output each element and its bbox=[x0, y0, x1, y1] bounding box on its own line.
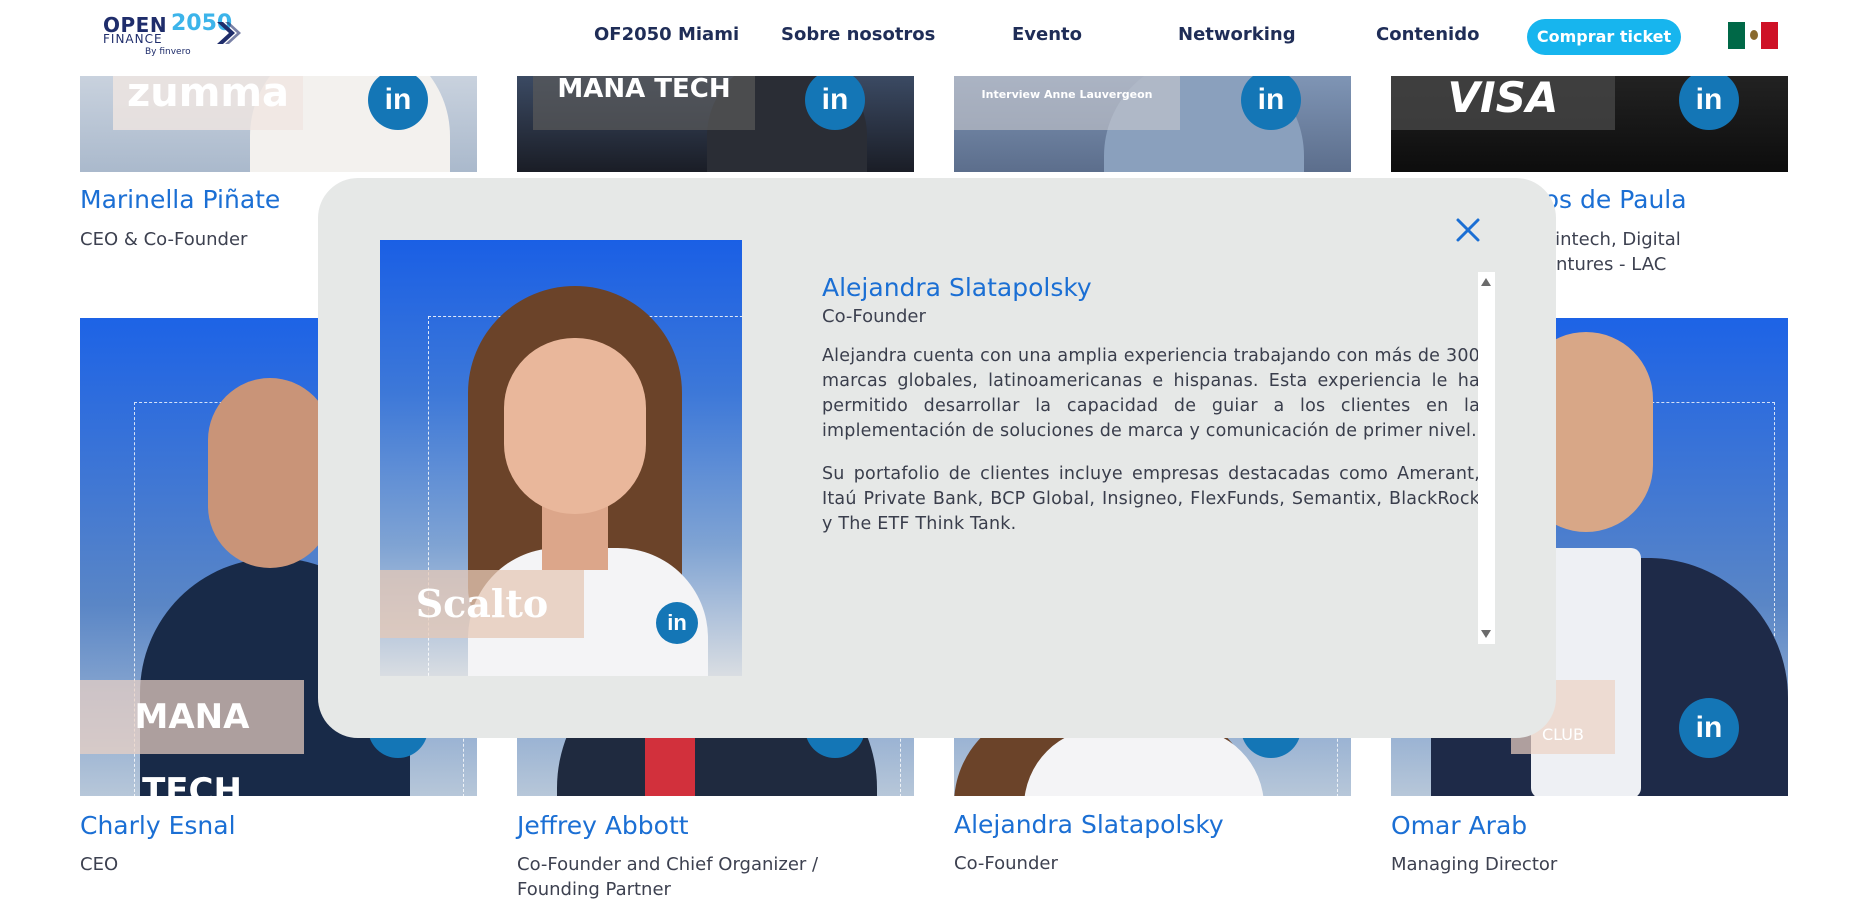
speaker-name[interactable]: Charly Esnal bbox=[80, 811, 236, 840]
speaker-role: CEO & Co-Founder bbox=[80, 229, 248, 250]
speaker-role: Co-Founder bbox=[954, 853, 1058, 874]
speaker-photo-top-4[interactable]: VISA in bbox=[1391, 76, 1788, 172]
speaker-role: CEO bbox=[80, 854, 119, 875]
speaker-tie bbox=[645, 738, 695, 796]
speaker-photo-marinella[interactable]: zumma in bbox=[80, 76, 477, 172]
scroll-up-arrow-icon[interactable] bbox=[1481, 278, 1491, 286]
nav-evento[interactable]: Evento bbox=[1012, 24, 1082, 45]
modal-bio-paragraph: Alejandra cuenta con una amplia experien… bbox=[822, 346, 1480, 441]
scroll-down-arrow-icon[interactable] bbox=[1481, 630, 1491, 638]
speaker-face bbox=[504, 338, 646, 514]
brand-logo-scalto: Scalto bbox=[380, 570, 584, 638]
brand-logo-visa: VISA bbox=[1391, 76, 1615, 130]
speaker-role-line: f Fintech, Digital bbox=[1534, 229, 1681, 250]
modal-speaker-name: Alejandra Slatapolsky bbox=[822, 273, 1092, 302]
logo-byline: By finvero bbox=[145, 47, 191, 57]
speaker-name[interactable]: ros de Paula bbox=[1534, 185, 1687, 214]
nav-sobre-nosotros[interactable]: Sobre nosotros bbox=[781, 24, 935, 45]
linkedin-icon[interactable]: in bbox=[656, 602, 698, 644]
speaker-photo-top-2[interactable]: MANA TECH in bbox=[517, 76, 914, 172]
brand-logo-mana-tech: MANA TECH bbox=[80, 680, 304, 796]
modal-content: Alejandra Slatapolsky Co-Founder Alejand… bbox=[822, 272, 1480, 555]
modal-bio-paragraph: Su portafolio de clientes incluye empres… bbox=[822, 464, 1480, 534]
modal-speaker-photo: Scalto in bbox=[380, 240, 742, 676]
linkedin-icon[interactable]: in bbox=[1679, 698, 1739, 758]
speaker-role: f Fintech, Digital Ventures - LAC bbox=[1534, 227, 1681, 277]
modal-speaker-role: Co-Founder bbox=[822, 306, 926, 327]
nav-contenido[interactable]: Contenido bbox=[1376, 24, 1479, 45]
speaker-role: Co-Founder and Chief Organizer / Foundin… bbox=[517, 852, 818, 902]
brand-logo-mana-tech: MANA TECH bbox=[533, 76, 755, 130]
buy-ticket-button[interactable]: Comprar ticket bbox=[1527, 19, 1681, 55]
open-finance-logo[interactable]: OPEN 2050 FINANCE By finvero bbox=[103, 13, 243, 61]
speaker-role-line: Co-Founder and Chief Organizer / bbox=[517, 854, 819, 875]
speaker-name[interactable]: Alejandra Slatapolsky bbox=[954, 810, 1224, 839]
speaker-role-line: Founding Partner bbox=[517, 879, 671, 900]
speaker-photo-top-3[interactable]: Interview Anne Lauvergeon in bbox=[954, 76, 1351, 172]
speaker-role-line: Ventures - LAC bbox=[1534, 254, 1667, 275]
speaker-role: Managing Director bbox=[1391, 854, 1558, 875]
speaker-name[interactable]: Jeffrey Abbott bbox=[517, 811, 689, 840]
nav-of2050-miami[interactable]: OF2050 Miami bbox=[594, 24, 739, 45]
logo-arrow-icon bbox=[217, 22, 241, 44]
mexico-flag-icon[interactable] bbox=[1728, 22, 1779, 49]
brand-logo-interview: Interview Anne Lauvergeon bbox=[954, 76, 1180, 130]
logo-line2: FINANCE bbox=[103, 32, 163, 46]
linkedin-icon[interactable]: in bbox=[1679, 76, 1739, 130]
speaker-name[interactable]: Marinella Piñate bbox=[80, 185, 280, 214]
page: OPEN 2050 FINANCE By finvero OF2050 Miam… bbox=[0, 0, 1857, 905]
speaker-name[interactable]: Omar Arab bbox=[1391, 811, 1527, 840]
brand-logo-zumma: zumma bbox=[113, 76, 303, 130]
close-icon[interactable] bbox=[1449, 211, 1487, 249]
speaker-head bbox=[208, 378, 332, 568]
nav-networking[interactable]: Networking bbox=[1178, 24, 1296, 45]
site-header: OPEN 2050 FINANCE By finvero OF2050 Miam… bbox=[0, 0, 1857, 76]
modal-scrollbar[interactable] bbox=[1478, 272, 1495, 644]
